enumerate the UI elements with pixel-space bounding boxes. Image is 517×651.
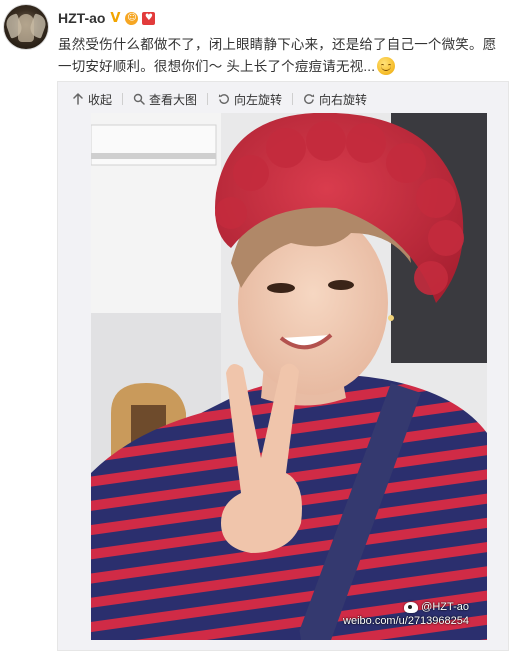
toolbar-divider [207,93,209,105]
toolbar-divider [292,93,294,105]
level-badge-icon[interactable]: ♥ [142,11,156,25]
toolbar-divider [122,93,124,105]
smile-emoji-icon [377,57,396,75]
rotate-right-icon [303,93,315,105]
view-large-button[interactable]: 查看大图 [131,91,199,108]
rotate-right-button[interactable]: 向右旋转 [301,91,369,108]
weibo-logo-icon [404,601,419,613]
post-content: 虽然受伤什么都做不了，闭上眼睛静下心来，还是给了自己一个微笑。愿一切安好顺利。很… [58,34,510,78]
post-header: HZT-ao V ☺ ♥ [58,8,156,28]
post-photo[interactable]: @HZT-ao weibo.com/u/2713968254 [91,113,487,640]
watermark-url: weibo.com/u/2713968254 [343,615,469,627]
user-avatar[interactable] [4,5,48,49]
view-large-label: 查看大图 [149,92,198,107]
avatar-figure [18,14,34,42]
photo-illustration [91,113,487,640]
collapse-button[interactable]: 收起 [70,91,114,108]
post-text: 虽然受伤什么都做不了，闭上眼睛静下心来，还是给了自己一个微笑。愿一切安好顺利。很… [58,37,497,74]
vip-badge-icon[interactable]: ☺ [125,11,139,25]
media-toolbar: 收起 查看大图 向左旋转 向右旋转 [70,88,369,110]
rotate-left-label: 向左旋转 [234,92,283,107]
watermark-handle: @HZT-ao [421,601,469,613]
expanded-media-panel: 收起 查看大图 向左旋转 向右旋转 @HZT-ao weibo.com/u/27… [57,81,509,651]
rotate-left-button[interactable]: 向左旋转 [216,91,284,108]
magnifier-icon [133,93,145,105]
username-link[interactable]: HZT-ao [58,10,105,26]
photo-watermark: @HZT-ao weibo.com/u/2713968254 [343,600,469,628]
collapse-label: 收起 [88,92,113,107]
verified-badge-icon[interactable]: V [109,12,121,25]
rotate-left-icon [218,93,230,105]
arrow-up-icon [72,93,84,105]
rotate-right-label: 向右旋转 [319,92,368,107]
weibo-post: HZT-ao V ☺ ♥ 虽然受伤什么都做不了，闭上眼睛静下心来，还是给了自己一… [0,0,517,651]
